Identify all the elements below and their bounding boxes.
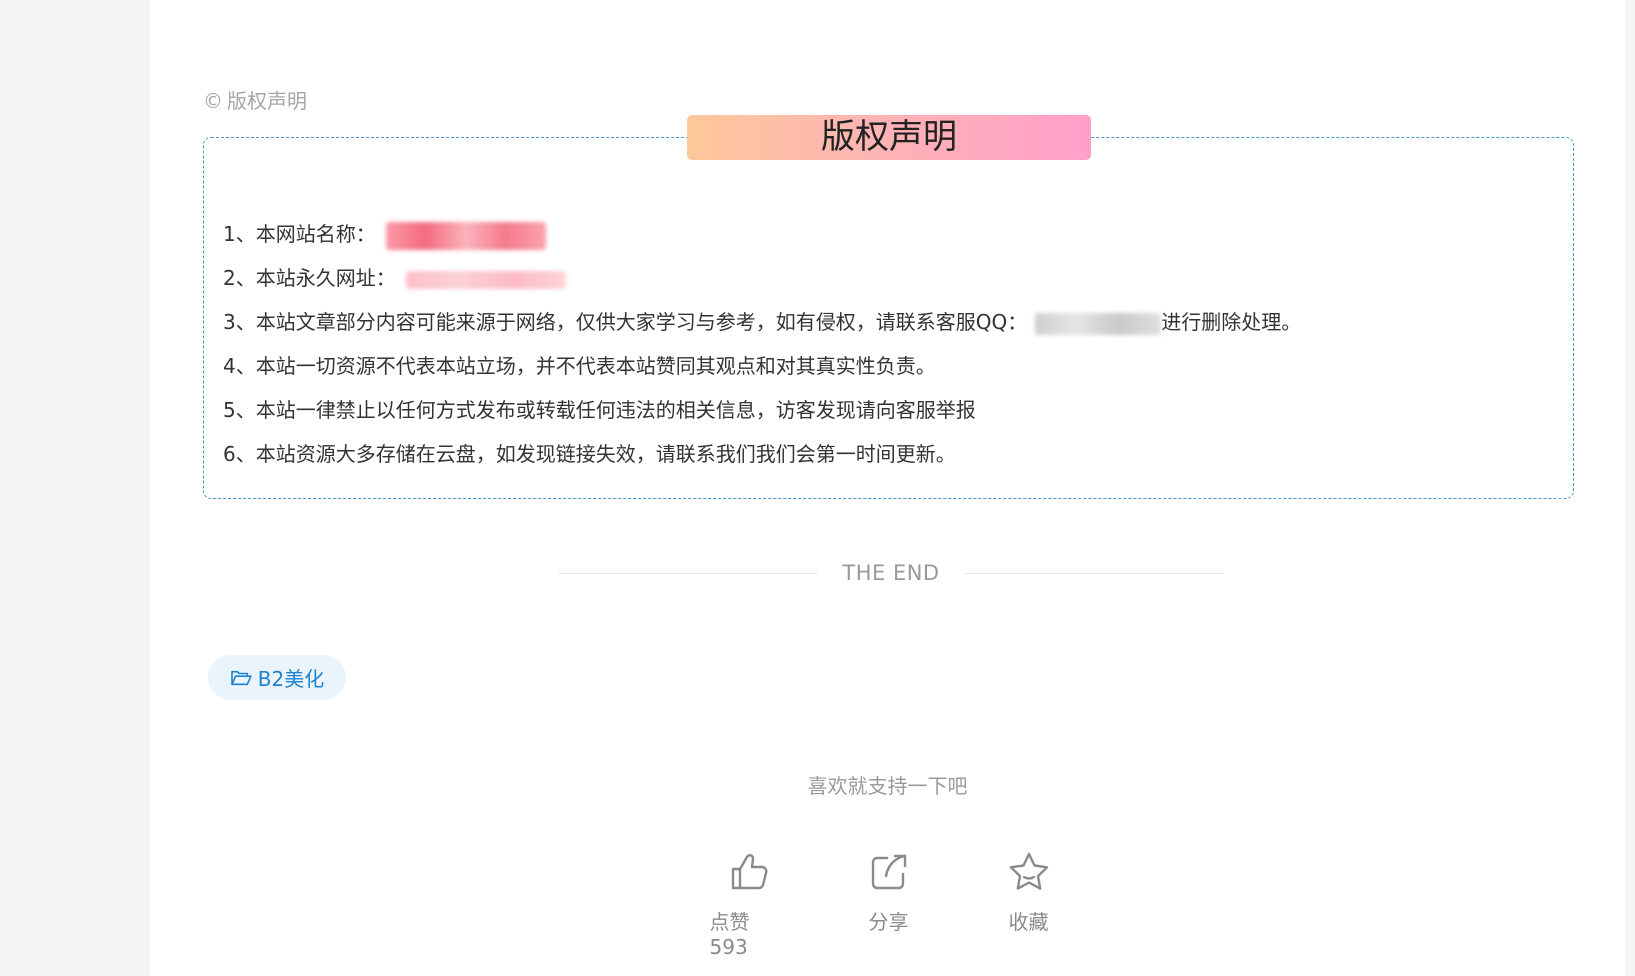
- notice-list: 1、本网站名称： 2、本站永久网址： 3、本站文章部分内容可能来源于网络，仅供大…: [223, 212, 1301, 476]
- notice-item: 1、本网站名称：: [223, 212, 1301, 256]
- support-prompt: 喜欢就支持一下吧: [807, 774, 968, 798]
- notice-item-text: 4、本站一切资源不代表本站立场，并不代表本站赞同其观点和对其真实性负责。: [223, 354, 936, 378]
- copyright-header-label: 版权声明: [227, 89, 307, 113]
- divider-line-left: [558, 572, 819, 574]
- notice-item: 6、本站资源大多存储在云盘，如发现链接失效，请联系我们我们会第一时间更新。: [223, 432, 1301, 476]
- redacted-site-name: [385, 221, 546, 250]
- share-label: 分享: [868, 910, 909, 934]
- notice-item-suffix: 进行删除处理。: [1161, 310, 1302, 334]
- notice-item: 4、本站一切资源不代表本站立场，并不代表本站赞同其观点和对其真实性负责。: [223, 344, 1301, 388]
- favorite-label: 收藏: [1008, 910, 1049, 934]
- divider-line-right: [963, 572, 1224, 574]
- copyright-header: © 版权声明: [203, 85, 307, 114]
- copyright-notice-box: 版权声明 1、本网站名称： 2、本站永久网址： 3、本站文章部分内容可能来源于网…: [203, 115, 1574, 499]
- the-end-text: THE END: [842, 561, 940, 585]
- notice-item: 3、本站文章部分内容可能来源于网络，仅供大家学习与参考，如有侵权，请联系客服QQ…: [223, 300, 1301, 344]
- notice-title: 版权声明: [687, 115, 1091, 160]
- like-button[interactable]: 点赞 593: [710, 850, 788, 959]
- scrollbar[interactable]: [1625, 0, 1635, 976]
- like-label: 点赞 593: [709, 910, 750, 959]
- notice-item: 2、本站永久网址：: [223, 256, 1301, 300]
- action-bar: 点赞 593 分享 收藏: [150, 850, 1625, 959]
- thumbs-up-icon: [731, 854, 767, 890]
- category-tag-b2[interactable]: B2美化: [208, 655, 346, 700]
- copyright-symbol: ©: [203, 89, 223, 113]
- share-icon: [871, 854, 906, 890]
- redacted-site-url[interactable]: [405, 270, 566, 289]
- notice-item: 5、本站一律禁止以任何方式发布或转载任何违法的相关信息，访客发现请向客服举报: [223, 388, 1301, 432]
- notice-item-text: 1、本网站名称：: [223, 222, 376, 246]
- the-end-divider: THE END: [558, 560, 1224, 586]
- favorite-button[interactable]: 收藏: [990, 850, 1068, 959]
- folder-open-icon: [230, 670, 252, 685]
- notice-item-text: 6、本站资源大多存储在云盘，如发现链接失效，请联系我们我们会第一时间更新。: [223, 442, 956, 466]
- notice-item-text: 3、本站文章部分内容可能来源于网络，仅供大家学习与参考，如有侵权，请联系客服QQ…: [223, 310, 1028, 334]
- share-button[interactable]: 分享: [850, 850, 928, 959]
- notice-item-text: 2、本站永久网址：: [223, 266, 396, 290]
- category-tag-label: B2美化: [257, 667, 325, 691]
- redacted-qq-number: [1035, 312, 1162, 335]
- notice-item-text: 5、本站一律禁止以任何方式发布或转载任何违法的相关信息，访客发现请向客服举报: [223, 398, 976, 422]
- article-card: © 版权声明 版权声明 1、本网站名称： 2、本站永久网址： 3、本站文章部分内容…: [150, 0, 1625, 976]
- star-icon: [1009, 852, 1048, 890]
